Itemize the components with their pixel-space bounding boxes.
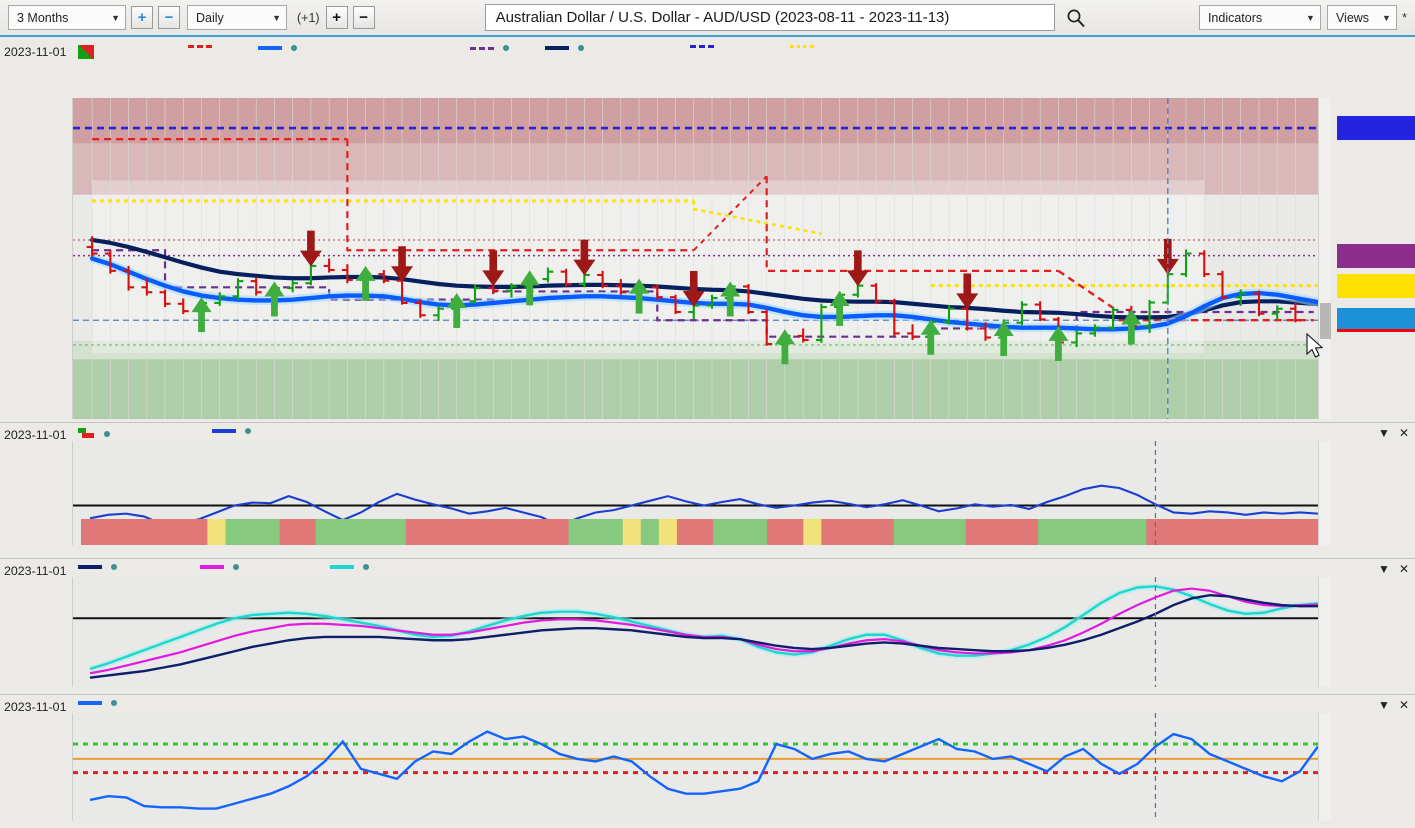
line-swatch-icon: [200, 565, 224, 569]
legend-item-tcross-long[interactable]: [545, 45, 584, 51]
chevron-down-icon[interactable]: ▼: [1378, 563, 1390, 575]
indicators-select[interactable]: Indicators ▼: [1198, 5, 1321, 30]
legend-item-weekly[interactable]: [470, 45, 509, 51]
price-y-badge[interactable]: [1337, 116, 1415, 141]
legend-status-dot-icon: [363, 564, 369, 570]
legend-status-dot-icon: [104, 430, 110, 437]
bar-swatch-icon: [78, 45, 94, 59]
diff-panel: 2023-11-01 ▼ ✕: [0, 558, 1415, 692]
price-plot-area[interactable]: [72, 98, 1330, 419]
close-icon[interactable]: ✕: [1399, 699, 1409, 711]
favorites-icon[interactable]: *: [1402, 10, 1407, 25]
legend-item-quarterly[interactable]: [790, 45, 820, 48]
legend-status-dot-icon: [111, 564, 117, 570]
legend-item-bar[interactable]: [78, 45, 101, 59]
chevron-down-icon: ▼: [272, 12, 281, 23]
legend-item-short-diff[interactable]: [330, 564, 369, 570]
neuralx-swatch-icon: [78, 428, 94, 439]
rsi-panel-controls: ▼ ✕: [1378, 699, 1409, 711]
indicators-label: Indicators: [1207, 10, 1263, 25]
legend-status-dot-icon: [111, 700, 117, 706]
price-y-badge[interactable]: [1337, 273, 1415, 298]
neuralx-plot-svg: [73, 441, 1318, 545]
dashed-line-swatch-icon: [188, 45, 212, 48]
chevron-down-icon: ▼: [1382, 12, 1391, 23]
symbol-input[interactable]: Australian Dollar / U.S. Dollar - AUD/US…: [484, 4, 1055, 31]
line-swatch-icon: [212, 429, 236, 433]
chevron-down-icon: ▼: [111, 12, 120, 23]
range-increase-button[interactable]: +: [131, 6, 153, 29]
range-select[interactable]: 3 Months ▼: [8, 5, 126, 30]
range-select-value: 3 Months: [17, 10, 69, 25]
interval-decrease-button[interactable]: −: [352, 6, 375, 29]
legend-status-dot-icon: [233, 564, 239, 570]
rsi-plot-area[interactable]: [72, 713, 1318, 821]
rsi-plot-svg: [73, 713, 1318, 821]
line-swatch-icon: [258, 46, 282, 50]
diff-panel-controls: ▼ ✕: [1378, 563, 1409, 575]
trading-chart-app: 3 Months ▼ + − Daily ▼ (+1) + − Australi…: [0, 0, 1415, 828]
diff-plot-svg: [73, 577, 1318, 687]
legend-item-yearly[interactable]: [690, 45, 720, 48]
legend-status-dot-icon: [245, 428, 251, 434]
search-icon[interactable]: [1065, 7, 1087, 29]
line-swatch-icon: [78, 565, 102, 569]
neuralx-panel-controls: ▼ ✕: [1378, 427, 1409, 439]
neuralx-scrollbar[interactable]: [1318, 441, 1331, 545]
views-label: Views: [1335, 10, 1370, 25]
symbol-value: Australian Dollar / U.S. Dollar - AUD/US…: [495, 9, 950, 26]
legend-status-dot-icon: [503, 45, 509, 51]
neuralx-panel: 2023-11-01 ▼ ✕: [0, 422, 1415, 552]
price-chart-panel: 2023-11-01: [0, 39, 1415, 437]
interval-select[interactable]: Daily ▼: [187, 5, 287, 30]
legend-item-medium-diff[interactable]: [200, 564, 239, 570]
price-y-axis[interactable]: [1335, 98, 1415, 419]
line-swatch-icon: [78, 701, 102, 705]
dotted-line-swatch-icon: [790, 45, 814, 48]
price-legend-date: 2023-11-01: [4, 45, 67, 59]
legend-status-dot-icon: [291, 45, 297, 51]
chevron-down-icon: ▼: [1306, 12, 1315, 23]
price-vertical-scrollbar[interactable]: [1318, 98, 1331, 419]
neuralx-plot-area[interactable]: [72, 441, 1318, 545]
rsi-legend-date: 2023-11-01: [4, 700, 67, 714]
interval-offset-label: (+1): [297, 10, 320, 25]
chevron-down-icon[interactable]: ▼: [1378, 699, 1390, 711]
diff-plot-area[interactable]: [72, 577, 1318, 687]
legend-item-neuralx-strength[interactable]: [212, 428, 251, 434]
dashed-line-swatch-icon: [690, 45, 714, 48]
views-select[interactable]: Views ▼: [1326, 5, 1397, 30]
legend-item-monthly-open[interactable]: [188, 45, 218, 48]
rsi-scrollbar[interactable]: [1318, 713, 1331, 821]
price-y-badge[interactable]: [1337, 243, 1415, 268]
diff-legend-date: 2023-11-01: [4, 564, 67, 578]
legend-item-rsi[interactable]: [78, 700, 117, 706]
price-plot-svg: [73, 98, 1330, 419]
interval-increase-button[interactable]: +: [325, 6, 348, 29]
main-toolbar: 3 Months ▼ + − Daily ▼ (+1) + − Australi…: [0, 0, 1415, 37]
chevron-down-icon[interactable]: ▼: [1378, 427, 1390, 439]
legend-status-dot-icon: [578, 45, 584, 51]
legend-item-neuralx-max[interactable]: [78, 428, 110, 439]
legend-item-long-predict[interactable]: [258, 45, 297, 51]
rsi-panel: 2023-11-01 ▼ ✕: [0, 694, 1415, 828]
price-y-badge[interactable]: [1337, 308, 1415, 333]
line-swatch-icon: [330, 565, 354, 569]
close-icon[interactable]: ✕: [1399, 563, 1409, 575]
line-swatch-icon: [545, 46, 569, 50]
dashed-line-swatch-icon: [470, 46, 494, 50]
close-icon[interactable]: ✕: [1399, 427, 1409, 439]
neuralx-legend-date: 2023-11-01: [4, 428, 67, 442]
range-decrease-button[interactable]: −: [158, 6, 180, 29]
legend-item-long-diff[interactable]: [78, 564, 117, 570]
mouse-cursor: [1306, 333, 1324, 358]
interval-select-value: Daily: [196, 10, 224, 25]
diff-scrollbar[interactable]: [1318, 577, 1331, 687]
